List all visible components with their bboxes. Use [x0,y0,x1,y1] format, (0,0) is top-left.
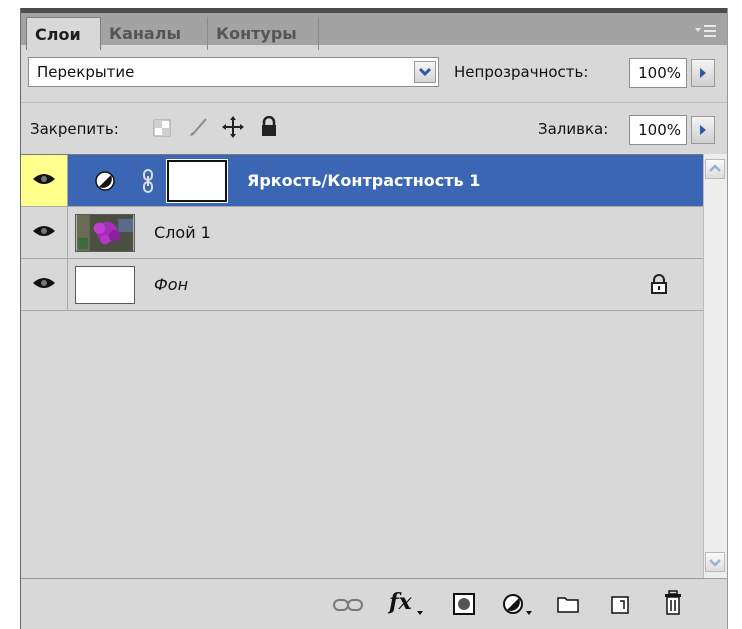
fill-input[interactable]: 100% [629,115,687,145]
group-folder-icon[interactable] [557,595,579,613]
panel-menu-icon[interactable] [695,23,717,39]
layer-background-thumbnail[interactable] [75,266,135,304]
blend-mode-value: Перекрытие [37,63,135,81]
layer-name: Слой 1 [154,223,211,242]
opacity-label: Непрозрачность: [454,63,589,81]
panel-tab-bar: Слои Каналы Контуры [21,8,727,50]
fill-slider-button[interactable] [691,116,715,144]
lock-fill-row: Закрепить: Заливка: 100% [21,102,727,154]
layer-row-layer1[interactable]: Слой 1 [21,207,703,259]
lock-position-move-icon[interactable] [222,116,244,138]
fx-icon[interactable]: fx [387,589,425,619]
scroll-up-button[interactable] [705,159,725,179]
chevron-down-icon [418,67,432,77]
layer-lock-icon [651,274,667,294]
lock-transparency-icon[interactable] [152,118,172,138]
chevron-up-icon [709,164,721,172]
layer-visibility-toggle[interactable] [21,207,68,258]
layer-name: Яркость/Контрастность 1 [247,171,481,190]
svg-text:fx: fx [387,589,412,615]
new-layer-icon[interactable] [610,593,630,615]
lock-pixels-brush-icon[interactable] [187,116,209,138]
trash-icon[interactable] [663,590,683,616]
adjustment-layer-icon[interactable] [502,593,536,617]
layer-mask-thumbnail[interactable] [166,159,228,203]
eye-icon [33,174,55,184]
opacity-input[interactable]: 100% [629,58,687,88]
layer-mask-icon[interactable] [453,593,475,615]
lock-all-icon[interactable] [259,116,279,138]
layers-list: Яркость/Контрастность 1 Слой 1 Фон [21,154,703,578]
layer-row-brightness-contrast[interactable]: Яркость/Контрастность 1 [21,155,703,207]
scroll-down-button[interactable] [705,552,725,572]
arrow-right-icon [700,125,706,135]
layers-bottom-toolbar: fx [21,578,727,629]
lock-label: Закрепить: [30,120,119,138]
blend-mode-select[interactable]: Перекрытие [28,57,439,87]
layers-scrollbar[interactable] [703,154,727,578]
adjustment-layer-icon [95,171,115,191]
arrow-right-icon [700,68,706,78]
eye-icon [33,226,55,236]
chevron-down-icon [709,559,721,567]
layer-visibility-toggle[interactable] [21,259,68,310]
chain-link-icon[interactable] [141,169,155,193]
opacity-slider-button[interactable] [691,59,715,87]
blend-opacity-row: Перекрытие Непрозрачность: 100% [21,45,727,102]
layer-image-thumbnail[interactable] [75,214,135,252]
layer-name: Фон [154,275,189,294]
eye-icon [33,278,55,288]
layer-visibility-toggle[interactable] [21,155,68,206]
fill-label: Заливка: [538,120,609,138]
link-layers-icon[interactable] [333,597,363,613]
blend-mode-dropdown-button[interactable] [414,61,436,83]
layers-panel: Слои Каналы Контуры Перекрытие Непрозрач… [20,8,728,629]
layer-row-background[interactable]: Фон [21,259,703,311]
